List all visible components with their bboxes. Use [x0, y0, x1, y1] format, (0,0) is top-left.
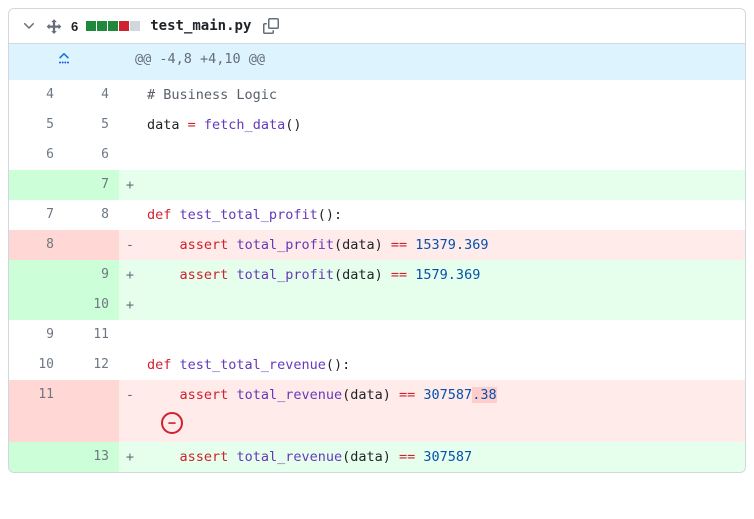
review-minus-icon[interactable] [161, 412, 183, 434]
old-line-number[interactable]: 5 [9, 110, 64, 140]
diffstat-square [119, 21, 129, 31]
old-line-number[interactable]: 8 [9, 230, 64, 260]
diffstat-square [97, 21, 107, 31]
hunk-header-row: @@ -4,8 +4,10 @@ [9, 44, 745, 80]
diff-marker [119, 140, 141, 170]
code-cell[interactable]: assert total_profit(data) == 1579.369 [141, 260, 745, 290]
old-line-number[interactable]: 9 [9, 320, 64, 350]
new-line-number[interactable]: 13 [64, 442, 119, 472]
diffstat-square [108, 21, 118, 31]
diff-marker [119, 320, 141, 350]
collapse-file-button[interactable] [21, 18, 37, 34]
new-line-number[interactable] [64, 230, 119, 260]
diff-line-context[interactable]: 78 def test_total_profit(): [9, 200, 745, 230]
file-header: 6 test_main.py [9, 9, 745, 44]
diffstat [86, 21, 140, 31]
new-line-number[interactable]: 10 [64, 290, 119, 320]
expand-up-button[interactable] [9, 44, 119, 80]
hunk-header-text: @@ -4,8 +4,10 @@ [119, 44, 745, 80]
old-line-number[interactable]: 4 [9, 80, 64, 110]
new-line-number [64, 410, 119, 442]
diff-line-del[interactable]: 8 - assert total_profit(data) == 15379.36… [9, 230, 745, 260]
review-comment-row [9, 410, 745, 442]
diff-line-context[interactable]: 44 # Business Logic [9, 80, 745, 110]
diff-marker [119, 110, 141, 140]
diff-marker: + [119, 260, 141, 290]
old-line-number[interactable] [9, 290, 64, 320]
diff-marker [119, 200, 141, 230]
code-cell[interactable]: def test_total_profit(): [141, 200, 745, 230]
diff-marker: + [119, 170, 141, 200]
diff-line-add[interactable]: 10+ [9, 290, 745, 320]
old-line-number [9, 410, 64, 442]
new-line-number[interactable]: 9 [64, 260, 119, 290]
expand-all-icon[interactable] [45, 17, 63, 35]
diff-marker: - [119, 230, 141, 260]
new-line-number[interactable]: 12 [64, 350, 119, 380]
diff-table: @@ -4,8 +4,10 @@ 44 # Business Logic55 d… [9, 44, 745, 472]
code-cell[interactable]: # Business Logic [141, 80, 745, 110]
code-cell[interactable] [141, 170, 745, 200]
code-cell[interactable] [141, 140, 745, 170]
review-cell [141, 410, 745, 442]
new-line-number[interactable]: 8 [64, 200, 119, 230]
new-line-number[interactable]: 5 [64, 110, 119, 140]
old-line-number[interactable] [9, 260, 64, 290]
code-cell[interactable]: def test_total_revenue(): [141, 350, 745, 380]
copy-path-button[interactable] [263, 18, 279, 34]
file-name[interactable]: test_main.py [150, 18, 251, 34]
diff-line-add[interactable]: 7+ [9, 170, 745, 200]
diff-line-context[interactable]: 66 [9, 140, 745, 170]
code-cell[interactable]: assert total_revenue(data) == 307587.38 [141, 380, 745, 410]
diff-marker [119, 410, 141, 442]
diff-line-context[interactable]: 55 data = fetch_data() [9, 110, 745, 140]
diff-file: 6 test_main.py @@ -4,8 +4,10 @@ 44 # Bus… [8, 8, 746, 473]
new-line-number[interactable]: 11 [64, 320, 119, 350]
diff-line-context[interactable]: 911 [9, 320, 745, 350]
new-line-number[interactable]: 7 [64, 170, 119, 200]
diff-line-del[interactable]: 11 - assert total_revenue(data) == 307587… [9, 380, 745, 410]
new-line-number[interactable]: 6 [64, 140, 119, 170]
diff-line-context[interactable]: 1012 def test_total_revenue(): [9, 350, 745, 380]
diff-marker [119, 80, 141, 110]
diff-marker [119, 350, 141, 380]
diff-line-add[interactable]: 13+ assert total_revenue(data) == 307587 [9, 442, 745, 472]
diffstat-square [86, 21, 96, 31]
diff-marker: - [119, 380, 141, 410]
diffstat-square [130, 21, 140, 31]
code-cell[interactable]: data = fetch_data() [141, 110, 745, 140]
old-line-number[interactable] [9, 442, 64, 472]
old-line-number[interactable]: 10 [9, 350, 64, 380]
code-cell[interactable] [141, 290, 745, 320]
old-line-number[interactable]: 11 [9, 380, 64, 410]
code-cell[interactable] [141, 320, 745, 350]
new-line-number[interactable] [64, 380, 119, 410]
diff-marker: + [119, 442, 141, 472]
old-line-number[interactable] [9, 170, 64, 200]
diff-marker: + [119, 290, 141, 320]
old-line-number[interactable]: 6 [9, 140, 64, 170]
change-count: 6 [71, 19, 78, 34]
old-line-number[interactable]: 7 [9, 200, 64, 230]
code-cell[interactable]: assert total_revenue(data) == 307587 [141, 442, 745, 472]
code-cell[interactable]: assert total_profit(data) == 15379.369 [141, 230, 745, 260]
diff-line-add[interactable]: 9+ assert total_profit(data) == 1579.369 [9, 260, 745, 290]
new-line-number[interactable]: 4 [64, 80, 119, 110]
